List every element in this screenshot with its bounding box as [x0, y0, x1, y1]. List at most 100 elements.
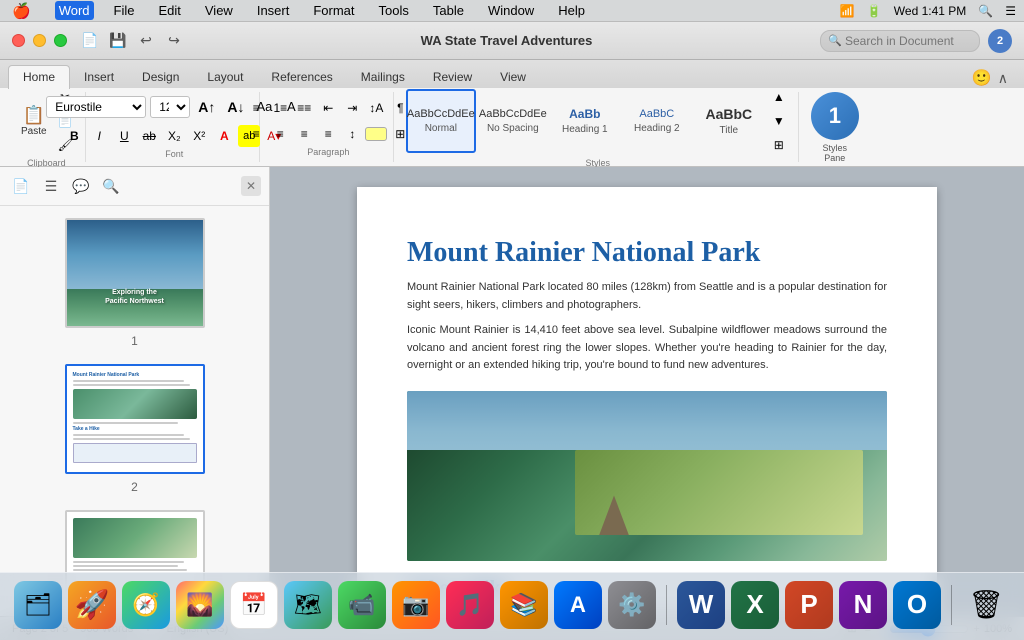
- bold-button[interactable]: B: [63, 125, 85, 147]
- left-panel: 📄 ☰ 💬 🔍 ✕ Exploring thePacific Northwest: [0, 167, 270, 616]
- shading-button[interactable]: [365, 127, 387, 141]
- font-size-select[interactable]: 12: [150, 96, 190, 118]
- menu-edit[interactable]: Edit: [154, 1, 184, 20]
- superscript-button[interactable]: X²: [188, 125, 210, 147]
- align-left-button[interactable]: ≡: [245, 123, 267, 145]
- search-input[interactable]: [820, 30, 980, 52]
- panel-pages-btn[interactable]: 📄: [8, 173, 34, 199]
- subscript-button[interactable]: X₂: [163, 125, 185, 147]
- menu-window[interactable]: Window: [484, 1, 538, 20]
- user-avatar[interactable]: 2: [988, 29, 1012, 53]
- styles-scroll-up[interactable]: ▲: [768, 86, 790, 108]
- font-family-select[interactable]: Eurostile: [46, 96, 146, 118]
- menu-format[interactable]: Format: [309, 1, 358, 20]
- save-icon[interactable]: 💾: [107, 30, 129, 52]
- panel-comments-btn[interactable]: 💬: [68, 173, 94, 199]
- dock-appstore[interactable]: A: [554, 581, 602, 629]
- dock-outlook[interactable]: O: [893, 581, 941, 629]
- style-heading2[interactable]: AaBbC Heading 2: [622, 89, 692, 153]
- panel-list-btn[interactable]: ☰: [38, 173, 64, 199]
- numbering-button[interactable]: 1≡: [269, 97, 291, 119]
- dock-system-preferences[interactable]: ⚙️: [608, 581, 656, 629]
- styles-pane-button[interactable]: 1: [811, 92, 859, 140]
- thumbnail-number-1: 1: [131, 334, 138, 348]
- style-no-spacing[interactable]: AaBbCcDdEe No Spacing: [478, 89, 548, 153]
- doc-heading-1: Mount Rainier National Park: [407, 237, 887, 269]
- sort-button[interactable]: ↕A: [365, 97, 387, 119]
- menu-word[interactable]: Word: [55, 1, 94, 20]
- collapse-ribbon-button[interactable]: ∧: [998, 70, 1008, 87]
- menu-file[interactable]: File: [110, 1, 139, 20]
- dock-photos[interactable]: 🌄: [176, 581, 224, 629]
- bullets-button[interactable]: ≡: [245, 97, 267, 119]
- decrease-indent-button[interactable]: ⇤: [317, 97, 339, 119]
- align-right-button[interactable]: ≡: [293, 123, 315, 145]
- dock-word[interactable]: W: [677, 581, 725, 629]
- thumbnail-number-2: 2: [131, 480, 138, 494]
- ribbon-group-paragraph: ≡ 1≡ ≡≡ ⇤ ⇥ ↕A ¶ ≡ ≡ ≡ ≡ ↕ ⊞ Parag: [264, 92, 394, 162]
- dock-powerpoint[interactable]: P: [785, 581, 833, 629]
- menu-insert[interactable]: Insert: [253, 1, 294, 20]
- thumbnail-1[interactable]: Exploring thePacific Northwest 1: [65, 218, 205, 348]
- menu-tools[interactable]: Tools: [375, 1, 413, 20]
- dock-launchpad[interactable]: 🚀: [68, 581, 116, 629]
- document-area[interactable]: Mount Rainier National Park Mount Rainie…: [270, 167, 1024, 616]
- dock-trash[interactable]: 🗑: [962, 581, 1010, 629]
- menu-table[interactable]: Table: [429, 1, 468, 20]
- menu-view[interactable]: View: [201, 1, 237, 20]
- dock-maps[interactable]: 🗺: [284, 581, 332, 629]
- menu-help[interactable]: Help: [554, 1, 589, 20]
- increase-font-button[interactable]: A↑: [194, 96, 219, 118]
- thumbnail-2[interactable]: Mount Rainier National Park Take a Hike …: [65, 364, 205, 494]
- minimize-button[interactable]: [33, 34, 46, 47]
- dock-iphoto[interactable]: 📷: [392, 581, 440, 629]
- dock-calendar[interactable]: 📅: [230, 581, 278, 629]
- search-menu-icon[interactable]: 🔍: [978, 4, 993, 18]
- tab-review[interactable]: Review: [419, 66, 486, 88]
- italic-button[interactable]: I: [88, 125, 110, 147]
- tab-view[interactable]: View: [486, 66, 540, 88]
- tab-insert[interactable]: Insert: [70, 66, 128, 88]
- style-heading1[interactable]: AaBb Heading 1: [550, 89, 620, 153]
- dock-safari[interactable]: 🧭: [122, 581, 170, 629]
- thumb1-background: Exploring thePacific Northwest: [67, 220, 203, 326]
- styles-scroll-down[interactable]: ▼: [768, 110, 790, 132]
- tab-design[interactable]: Design: [128, 66, 193, 88]
- dock-onenote[interactable]: N: [839, 581, 887, 629]
- strikethrough-button[interactable]: ab: [138, 125, 160, 147]
- styles-pane-group: 1 StylesPane: [803, 92, 867, 163]
- close-button[interactable]: [12, 34, 25, 47]
- tab-references[interactable]: References: [257, 66, 346, 88]
- underline-button[interactable]: U: [113, 125, 135, 147]
- paste-icon: 📋: [23, 106, 45, 124]
- tab-layout[interactable]: Layout: [193, 66, 257, 88]
- style-normal[interactable]: AaBbCcDdEe Normal: [406, 89, 476, 153]
- dock-music[interactable]: 🎵: [446, 581, 494, 629]
- ribbon-group-font: Eurostile 12 A↑ A↓ Aa A B I U ab X₂ X: [90, 92, 260, 162]
- panel-close-button[interactable]: ✕: [241, 176, 261, 196]
- panel-search-btn[interactable]: 🔍: [98, 173, 124, 199]
- apple-menu[interactable]: 🍎: [8, 0, 35, 22]
- window-controls: [12, 34, 67, 47]
- multilevel-list-button[interactable]: ≡≡: [293, 97, 315, 119]
- title-bar: 📄 💾 ↩ ↪ WA State Travel Adventures 🔍 2: [0, 22, 1024, 60]
- line-spacing-button[interactable]: ↕: [341, 123, 363, 145]
- dock-facetime[interactable]: 📹: [338, 581, 386, 629]
- tab-mailings[interactable]: Mailings: [347, 66, 419, 88]
- notification-icon[interactable]: ☰: [1005, 4, 1016, 18]
- dock-books[interactable]: 📚: [500, 581, 548, 629]
- dock-finder[interactable]: 🗂: [14, 581, 62, 629]
- align-center-button[interactable]: ≡: [269, 123, 291, 145]
- maximize-button[interactable]: [54, 34, 67, 47]
- styles-more[interactable]: ⊞: [768, 134, 790, 156]
- text-color-button[interactable]: A: [213, 125, 235, 147]
- doc-paragraph-1: Mount Rainier National Park located 80 m…: [407, 279, 887, 314]
- redo-icon[interactable]: ↪: [163, 30, 185, 52]
- undo-icon[interactable]: ↩: [135, 30, 157, 52]
- style-title[interactable]: AaBbC Title: [694, 89, 764, 153]
- emoji-picker-button[interactable]: 🙂: [972, 68, 992, 88]
- justify-button[interactable]: ≡: [317, 123, 339, 145]
- document-icon[interactable]: 📄: [79, 30, 101, 52]
- dock-excel[interactable]: X: [731, 581, 779, 629]
- increase-indent-button[interactable]: ⇥: [341, 97, 363, 119]
